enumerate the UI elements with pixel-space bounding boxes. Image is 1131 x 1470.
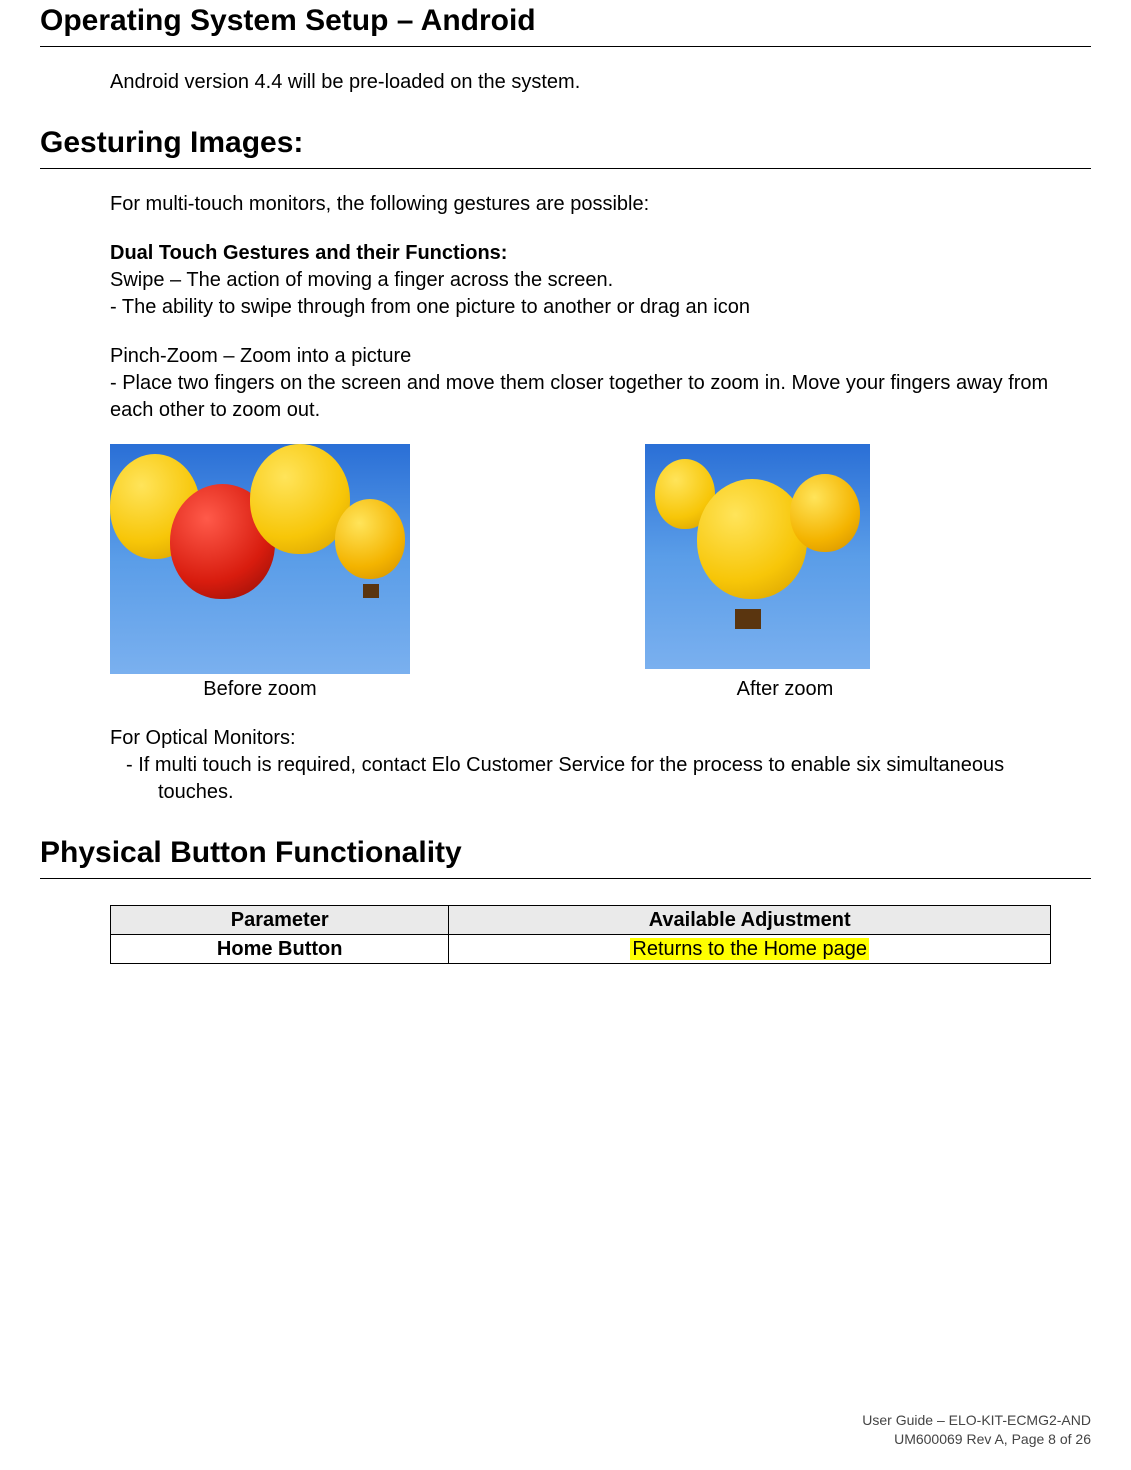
table-cell-param: Home Button xyxy=(111,935,449,964)
heading-physical-button: Physical Button Functionality xyxy=(40,832,1091,879)
os-version-line: Android version 4.4 will be pre-loaded o… xyxy=(110,69,1051,96)
gestures-intro: For multi-touch monitors, the following … xyxy=(110,191,1051,218)
caption-after-zoom: After zoom xyxy=(645,676,925,703)
physical-button-table: Parameter Available Adjustment Home Butt… xyxy=(110,905,1051,964)
dual-touch-title: Dual Touch Gestures and their Functions: xyxy=(110,240,1051,267)
pinch-desc: - Place two fingers on the screen and mo… xyxy=(110,372,1048,421)
pinch-line: Pinch-Zoom – Zoom into a picture xyxy=(110,345,411,367)
heading-gesturing: Gesturing Images: xyxy=(40,122,1091,169)
table-cell-adjust: Returns to the Home page xyxy=(449,935,1051,964)
caption-before-zoom: Before zoom xyxy=(110,676,410,703)
table-header-adjustment: Available Adjustment xyxy=(449,906,1051,935)
table-row: Home Button Returns to the Home page xyxy=(111,935,1051,964)
optical-bullet: - If multi touch is required, contact El… xyxy=(158,752,1051,806)
swipe-line: Swipe – The action of moving a finger ac… xyxy=(110,269,613,291)
table-header-parameter: Parameter xyxy=(111,906,449,935)
footer-line2: UM600069 Rev A, Page 8 of 26 xyxy=(894,1431,1091,1447)
optical-title: For Optical Monitors: xyxy=(110,727,296,749)
footer-line1: User Guide – ELO-KIT-ECMG2-AND xyxy=(862,1412,1091,1428)
after-zoom-image xyxy=(645,444,870,669)
before-zoom-image xyxy=(110,444,410,674)
swipe-bullet: - The ability to swipe through from one … xyxy=(110,296,750,318)
page-footer: User Guide – ELO-KIT-ECMG2-AND UM600069 … xyxy=(862,1411,1091,1450)
heading-os-setup: Operating System Setup – Android xyxy=(40,0,1091,47)
